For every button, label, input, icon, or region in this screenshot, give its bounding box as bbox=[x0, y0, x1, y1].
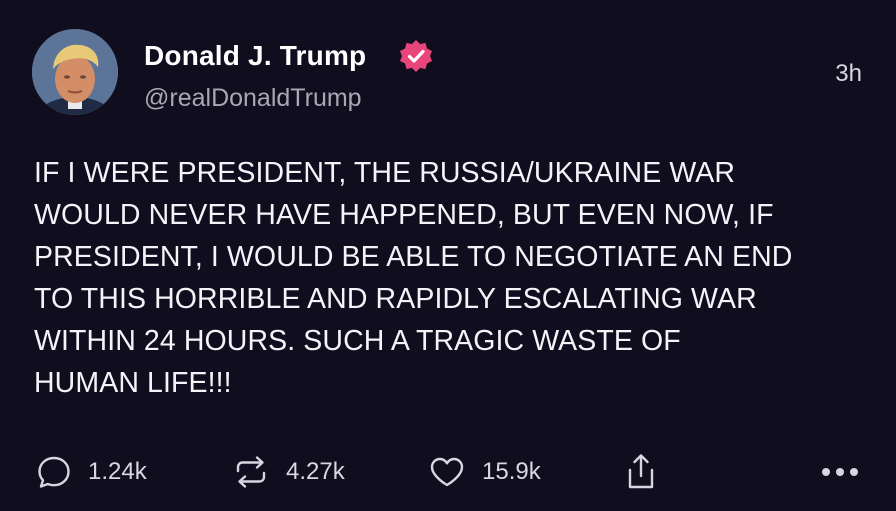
action-bar: 1.24k 4.27k 15.9k bbox=[0, 448, 896, 496]
comment-bubble-icon bbox=[38, 456, 70, 488]
post-body-line: WITHIN 24 HOURS. SUCH A TRAGIC WASTE OF bbox=[34, 325, 681, 357]
author-display-name[interactable]: Donald J. Trump bbox=[144, 40, 366, 72]
heart-icon bbox=[430, 457, 464, 487]
share-button[interactable] bbox=[624, 448, 658, 496]
comment-count: 1.24k bbox=[88, 458, 147, 485]
more-options-button[interactable] bbox=[820, 448, 860, 496]
comment-button[interactable]: 1.24k bbox=[36, 448, 147, 496]
like-count: 15.9k bbox=[482, 458, 541, 485]
like-button[interactable]: 15.9k bbox=[428, 448, 541, 496]
post-body: IF I WERE PRESIDENT, THE RUSSIA/UKRAINE … bbox=[34, 152, 874, 404]
repost-count: 4.27k bbox=[286, 458, 345, 485]
verified-badge-icon bbox=[400, 40, 432, 72]
more-dots-icon bbox=[822, 468, 858, 476]
share-upload-icon bbox=[628, 454, 654, 489]
post-body-line: TO THIS HORRIBLE AND RAPIDLY ESCALATING … bbox=[34, 283, 757, 315]
post-card: Donald J. Trump @realDonaldTrump 3h IF I… bbox=[0, 0, 896, 511]
repost-button[interactable]: 4.27k bbox=[232, 448, 345, 496]
post-body-line: HUMAN LIFE!!! bbox=[34, 367, 232, 399]
avatar-image bbox=[32, 29, 118, 115]
post-timestamp: 3h bbox=[835, 60, 862, 87]
post-body-line: WOULD NEVER HAVE HAPPENED, BUT EVEN NOW,… bbox=[34, 199, 774, 231]
post-body-line: PRESIDENT, I WOULD BE ABLE TO NEGOTIATE … bbox=[34, 241, 793, 273]
author-handle[interactable]: @realDonaldTrump bbox=[144, 84, 362, 113]
avatar[interactable] bbox=[32, 29, 118, 115]
post-body-line: IF I WERE PRESIDENT, THE RUSSIA/UKRAINE … bbox=[34, 157, 736, 189]
repost-arrows-icon bbox=[236, 456, 266, 488]
